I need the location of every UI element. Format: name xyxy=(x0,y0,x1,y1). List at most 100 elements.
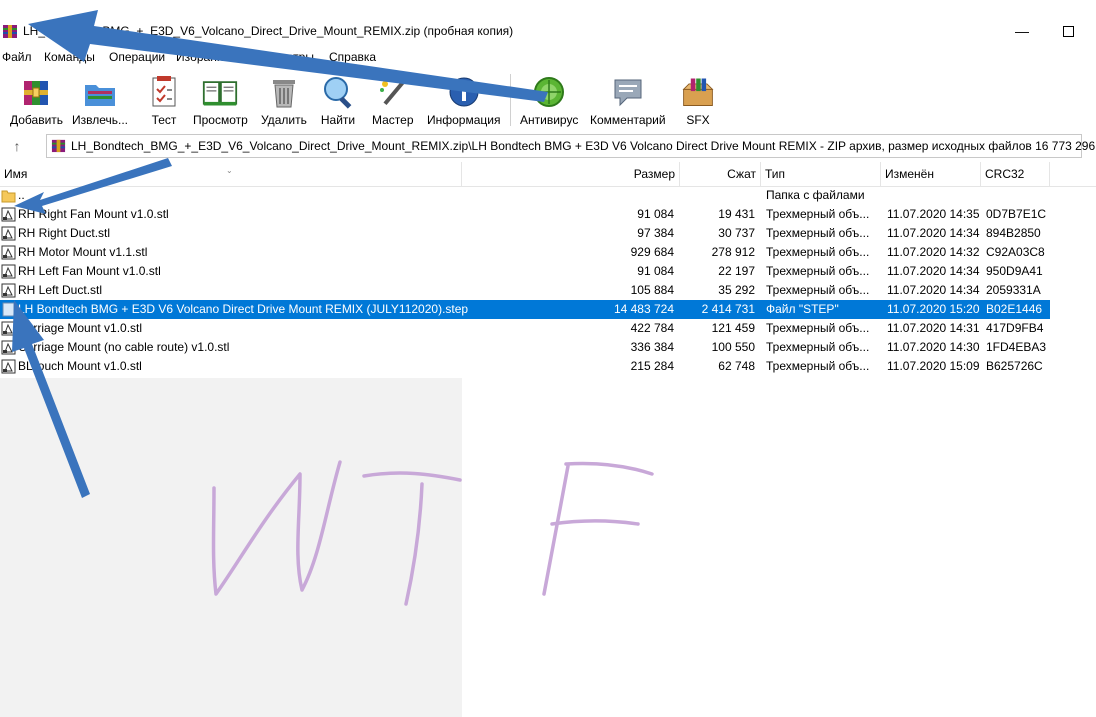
file-crc: B02E1446 xyxy=(986,302,1043,316)
view-icon xyxy=(202,74,238,110)
view-button[interactable]: Просмотр xyxy=(193,74,248,127)
file-modified: 11.07.2020 14:32 xyxy=(887,245,980,259)
file-modified: 11.07.2020 14:35 xyxy=(887,207,980,221)
file-name: LH Bondtech BMG + E3D V6 Volcano Direct … xyxy=(18,302,469,316)
wizard-button[interactable]: Мастер xyxy=(372,74,414,127)
file-size: 91 084 xyxy=(637,207,674,221)
file-row[interactable]: Carriage Mount (no cable route) v1.0.stl… xyxy=(0,338,1050,357)
file-name: BLTouch Mount v1.0.stl xyxy=(18,359,142,373)
comment-icon xyxy=(610,74,646,110)
antivirus-button[interactable]: Антивирус xyxy=(520,74,578,127)
minimize-icon: — xyxy=(1015,23,1029,39)
test-button[interactable]: Тест xyxy=(146,74,182,127)
file-type: Трехмерный объ... xyxy=(766,340,870,354)
file-row[interactable]: RH Right Fan Mount v1.0.stl 91 084 19 431 Т… xyxy=(0,205,1050,224)
file-icon xyxy=(2,302,15,317)
menu-commands[interactable]: Команды xyxy=(44,50,95,64)
add-archive-icon xyxy=(19,74,55,110)
file-type: Трехмерный объ... xyxy=(766,264,870,278)
file-name: RH Right Fan Mount v1.0.stl xyxy=(18,207,169,221)
winrar-app-icon[interactable] xyxy=(2,23,18,39)
file-row[interactable]: .. Папка с файлами xyxy=(0,186,1050,205)
file-crc: 950D9A41 xyxy=(986,264,1043,278)
maximize-icon xyxy=(1062,25,1074,37)
menu-help[interactable]: Справка xyxy=(329,50,376,64)
up-button[interactable]: ↑ xyxy=(6,135,28,157)
column-name[interactable]: Имя ⌄ xyxy=(0,162,462,186)
extract-button[interactable]: Извлечь... xyxy=(72,74,128,127)
find-button[interactable]: Найти xyxy=(320,74,356,127)
file-packed-size: 62 748 xyxy=(718,359,755,373)
file-row[interactable]: LH Bondtech BMG + E3D V6 Volcano Direct … xyxy=(0,300,1050,319)
stl-file-icon xyxy=(1,226,16,241)
test-icon xyxy=(146,74,182,110)
file-type: Трехмерный объ... xyxy=(766,359,870,373)
file-packed-size: 100 550 xyxy=(711,340,755,354)
file-type: Трехмерный объ... xyxy=(766,226,870,240)
file-name: RH Motor Mount v1.1.stl xyxy=(18,245,148,259)
column-crc[interactable]: CRC32 xyxy=(981,162,1050,186)
info-button[interactable]: Информация xyxy=(427,74,500,127)
file-size: 14 483 724 xyxy=(613,302,674,316)
file-crc: B625726C xyxy=(986,359,1043,373)
file-modified: 11.07.2020 14:34 xyxy=(887,226,980,240)
window-title: LH_Bondtech_BMG_+_E3D_V6_Volcano_Direct_… xyxy=(23,24,514,38)
file-row[interactable]: RH Motor Mount v1.1.stl 929 684 278 912 Тре… xyxy=(0,243,1050,262)
column-header: Имя ⌄ Размер Сжат Тип Изменён CRC32 xyxy=(0,162,1096,187)
file-type: Файл "STEP" xyxy=(766,302,839,316)
file-size: 929 684 xyxy=(630,245,674,259)
menu-operations[interactable]: Операции xyxy=(109,50,165,64)
info-icon xyxy=(446,74,482,110)
file-modified: 11.07.2020 14:34 xyxy=(887,283,980,297)
file-row[interactable]: RH Right Duct.stl 97 384 30 737 Трехмерный … xyxy=(0,224,1050,243)
delete-button[interactable]: Удалить xyxy=(261,74,307,127)
file-crc: 894B2850 xyxy=(986,226,1041,240)
title-bar: LH_Bondtech_BMG_+_E3D_V6_Volcano_Direct_… xyxy=(0,0,1096,44)
maximize-button[interactable] xyxy=(1048,18,1088,44)
column-size[interactable]: Размер xyxy=(462,162,680,186)
file-name: Carriage Mount v1.0.stl xyxy=(18,321,143,335)
file-modified: 11.07.2020 15:09 xyxy=(887,359,980,373)
column-modified[interactable]: Изменён xyxy=(881,162,981,186)
file-crc: 1FD4EBA3 xyxy=(986,340,1047,354)
file-name: .. xyxy=(18,188,25,202)
file-row[interactable]: BLTouch Mount v1.0.stl 215 284 62 748 Трехм… xyxy=(0,357,1050,376)
file-row[interactable]: Carriage Mount v1.0.stl 422 784 121 459 Тре… xyxy=(0,319,1050,338)
file-size: 91 084 xyxy=(637,264,674,278)
column-packed[interactable]: Сжат xyxy=(680,162,761,186)
menu-options[interactable]: Параметры xyxy=(250,50,314,64)
address-path: LH_Bondtech_BMG_+_E3D_V6_Volcano_Direct_… xyxy=(71,139,1096,153)
stl-file-icon xyxy=(1,340,16,355)
file-row[interactable]: RH Left Fan Mount v1.0.stl 91 084 22 197 Тр… xyxy=(0,262,1050,281)
add-button[interactable]: Добавить xyxy=(10,74,63,127)
toolbar-separator xyxy=(510,74,511,126)
address-field[interactable]: LH_Bondtech_BMG_+_E3D_V6_Volcano_Direct_… xyxy=(46,134,1096,158)
sfx-button[interactable]: SFX xyxy=(680,74,716,127)
file-size: 105 884 xyxy=(630,283,674,297)
file-packed-size: 2 414 731 xyxy=(701,302,755,316)
sort-indicator-icon: ⌄ xyxy=(226,166,233,175)
stl-file-icon xyxy=(1,321,16,336)
file-type: Папка с файлами xyxy=(766,188,865,202)
column-type[interactable]: Тип xyxy=(761,162,881,186)
file-crc: C92A03C8 xyxy=(986,245,1045,259)
comment-button[interactable]: Комментарий xyxy=(590,74,666,127)
file-size: 336 384 xyxy=(630,340,674,354)
stl-file-icon xyxy=(1,245,16,260)
menu-file[interactable]: Файл xyxy=(2,50,32,64)
file-size: 97 384 xyxy=(637,226,674,240)
file-crc: 0D7B7E1C xyxy=(986,207,1047,221)
file-row[interactable]: RH Left Duct.stl 105 884 35 292 Трехмерный … xyxy=(0,281,1050,300)
menu-favorites[interactable]: Избранное xyxy=(176,50,237,64)
file-size: 215 284 xyxy=(630,359,674,373)
stl-file-icon xyxy=(1,359,16,374)
file-packed-size: 35 292 xyxy=(718,283,755,297)
file-size: 422 784 xyxy=(630,321,674,335)
file-crc: 417D9FB4 xyxy=(986,321,1044,335)
file-modified: 11.07.2020 14:31 xyxy=(887,321,980,335)
minimize-button[interactable]: — xyxy=(1002,18,1042,44)
file-modified: 11.07.2020 14:30 xyxy=(887,340,980,354)
archive-icon xyxy=(51,139,66,153)
file-crc: 2059331A xyxy=(986,283,1041,297)
address-bar: ↑ LH_Bondtech_BMG_+_E3D_V6_Volcano_Direc… xyxy=(0,133,1096,159)
